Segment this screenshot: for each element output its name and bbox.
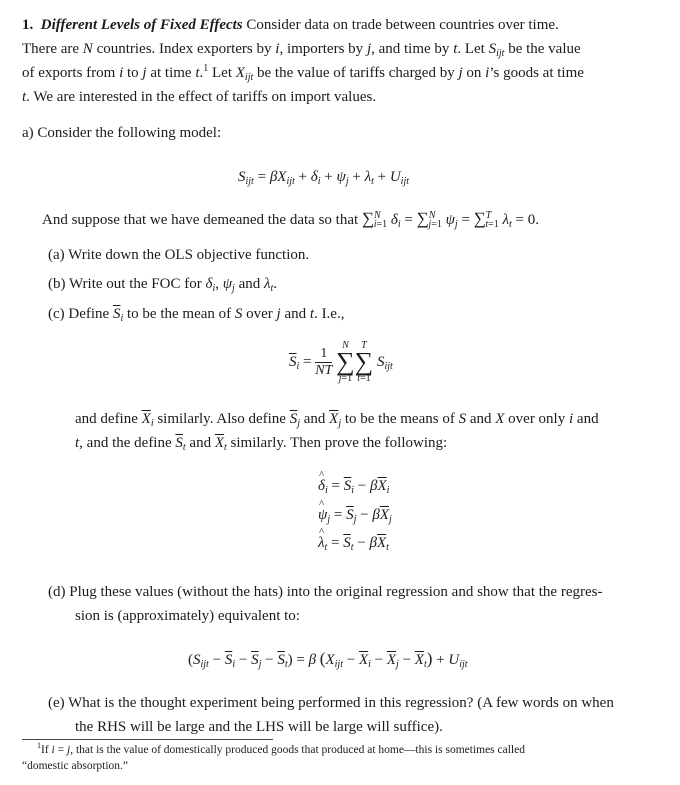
text: and (185, 435, 215, 451)
subpart-d-line-1: (d) Plug these values (without the hats)… (48, 580, 602, 604)
part-a-label: a) (22, 125, 34, 141)
footnote-line-1: 1If i = j, that is the value of domestic… (37, 741, 525, 757)
mean-equation: Si = 1 NT N ∑ j=1 T ∑ t=1 Sijt (289, 340, 393, 384)
text: at time (146, 65, 196, 81)
subpart-d-label: (d) (48, 584, 66, 600)
text: Let (208, 65, 236, 81)
text: “domestic absorption.” (22, 760, 129, 772)
subpart-c-label: (c) (48, 306, 65, 322)
text: and (299, 411, 330, 427)
subpart-b-label: (b) (48, 276, 66, 292)
result-psi: ψj = Sj − βXj (318, 498, 392, 525)
demean-line: And suppose that we have demeaned the da… (42, 207, 539, 232)
text: and (234, 276, 264, 292)
text: similarly. Then prove the following: (226, 435, 448, 451)
text: , and the define (79, 435, 176, 451)
subpart-a-label: (a) (48, 247, 65, 263)
text: over (242, 306, 277, 322)
text: and (280, 306, 310, 322)
text: be the value (504, 41, 581, 57)
text: ’s goods at time (489, 65, 584, 81)
footnote-rule (22, 739, 273, 740)
part-a-heading: a) Consider the following model: (22, 121, 221, 145)
subpart-e-line-2: the RHS will be large and the LHS will b… (75, 715, 443, 739)
sum-t: T ∑ t=1 (354, 340, 374, 384)
text: Plug these values (without the hats) int… (69, 584, 603, 600)
text: to be the means of (341, 411, 459, 427)
intro-line-2: There are N countries. Index exporters b… (22, 41, 581, 59)
text: , and time by (371, 41, 454, 57)
text: and (573, 411, 599, 427)
text: the RHS will be large and the LHS will b… (75, 719, 443, 735)
subpart-e-line-1: (e) What is the thought experiment being… (48, 691, 614, 715)
subpart-a: (a) Write down the OLS objective functio… (48, 243, 309, 267)
text: similarly. Also define (153, 411, 290, 427)
text: to be the mean of (123, 306, 235, 322)
demean-condition: ∑Ni=1 δi = ∑Nj=1 ψj = ∑Tt=1 λt = 0. (361, 209, 540, 230)
text: and (466, 411, 496, 427)
text: on (462, 65, 486, 81)
problem-title: Different Levels of Fixed Effects (40, 17, 243, 33)
text: There are (22, 41, 83, 57)
subpart-c-continuation-2: t, and the define St and Xt similarly. T… (75, 435, 448, 453)
text: sion is (approximately) equivalent to: (75, 608, 300, 624)
subpart-c: (c) Define Si to be the mean of S over j… (48, 306, 345, 324)
subpart-a-text: Write down the OLS objective function. (68, 247, 310, 263)
text: over only (504, 411, 569, 427)
text: and define (75, 411, 142, 427)
subpart-b: (b) Write out the FOC for δi, ψj and λt. (48, 276, 278, 294)
text: to (123, 65, 143, 81)
fraction: 1 NT (315, 345, 333, 378)
text: . Let (457, 41, 489, 57)
model-equation: Sijt = βXijt + δi + ψj + λt + Uijt (238, 169, 410, 187)
problem-number: 1. (22, 17, 34, 33)
text: countries. Index exporters by (92, 41, 276, 57)
text: be the value of tariffs charged by (253, 65, 459, 81)
demeaned-regression-equation: (Sijt − Si − Sj − St) = β (Xijt − Xi − X… (188, 649, 468, 670)
intro-line-4: t. We are interested in the effect of ta… (22, 89, 377, 105)
subpart-c-continuation-1: and define Xi similarly. Also define Sj … (75, 411, 599, 429)
text: , importers by (279, 41, 367, 57)
text: If (41, 744, 52, 756)
text: . We are interested in the effect of tar… (26, 89, 377, 105)
subpart-d-line-2: sion is (approximately) equivalent to: (75, 604, 300, 628)
intro-line-3: of exports from i to j at time t.1 Let X… (22, 63, 584, 83)
footnote-line-2: “domestic absorption.” (22, 758, 128, 774)
text: Define (68, 306, 113, 322)
intro-text-1: Consider data on trade between countries… (246, 17, 559, 33)
text: Write out the FOC for (68, 276, 206, 292)
demean-text: And suppose that we have demeaned the da… (42, 212, 359, 228)
sum-j: N ∑ j=1 (336, 340, 355, 384)
part-a-text: Consider the following model: (37, 125, 222, 141)
text: What is the thought experiment being per… (68, 695, 614, 711)
text: . I.e., (314, 306, 345, 322)
text: of exports from (22, 65, 120, 81)
result-lambda: λt = St − βXt (318, 526, 389, 553)
subpart-e-label: (e) (48, 695, 65, 711)
result-delta: δi = Si − βXi (318, 469, 389, 496)
text: , that is the value of domestically prod… (70, 744, 525, 756)
problem-heading-line: 1. Different Levels of Fixed Effects Con… (22, 13, 646, 37)
